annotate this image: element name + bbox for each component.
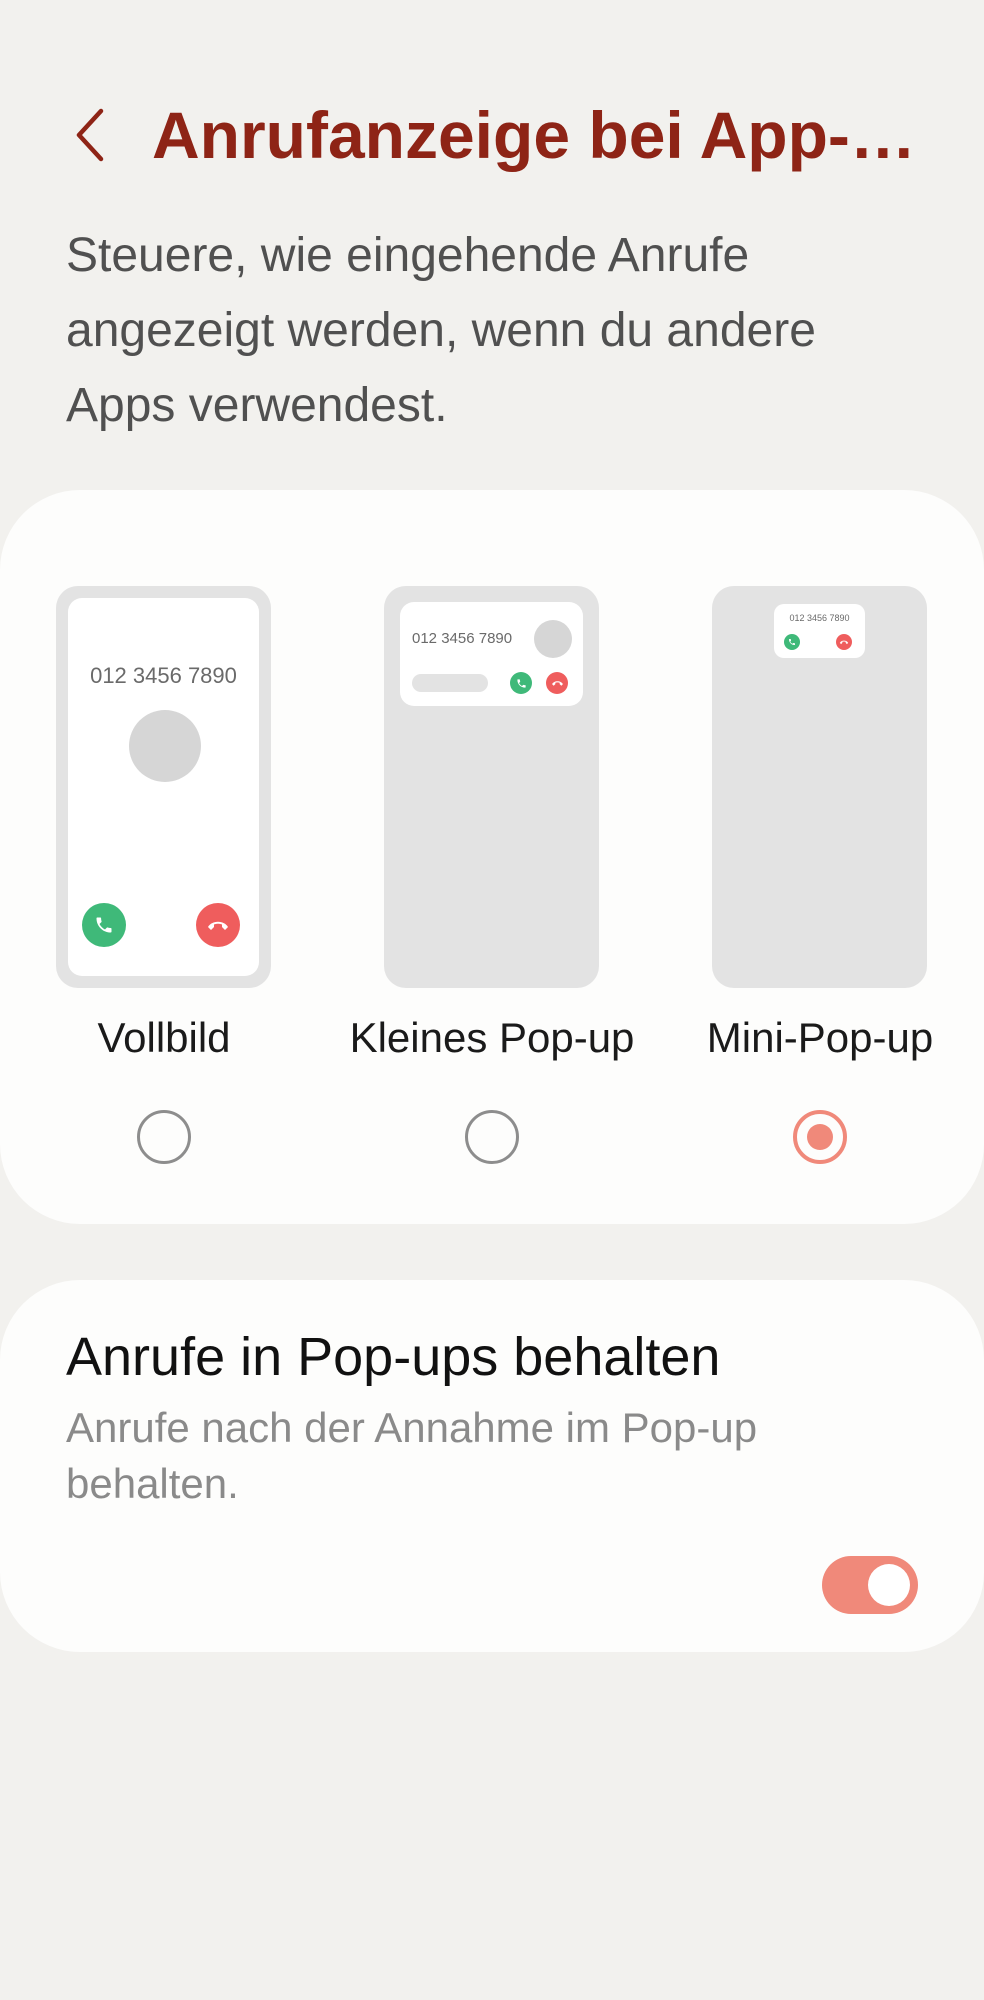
decline-call-icon	[836, 634, 852, 650]
app-bar: Anrufanzeige bei App-…	[0, 90, 984, 180]
radio-mini-popup[interactable]	[793, 1110, 847, 1164]
back-button[interactable]	[60, 102, 120, 168]
preview-mini-popup: 012 3456 7890	[712, 586, 927, 988]
keep-in-popup-card[interactable]: Anrufe in Pop-ups behalten Anrufe nach d…	[0, 1280, 984, 1652]
placeholder-bar	[412, 674, 488, 692]
decline-call-icon	[546, 672, 568, 694]
accept-call-icon	[510, 672, 532, 694]
preview-screen: 012 3456 7890	[68, 598, 259, 976]
accept-call-icon	[82, 903, 126, 947]
keep-in-popup-toggle[interactable]	[822, 1556, 918, 1614]
preview-number: 012 3456 7890	[90, 663, 237, 688]
radio-fullscreen[interactable]	[137, 1110, 191, 1164]
page-description: Steuere, wie eingehende Anrufe angezeigt…	[66, 229, 816, 432]
preview-number: 012 3456 7890	[412, 630, 513, 647]
option-label: Kleines Pop-up	[349, 1014, 635, 1061]
option-fullscreen[interactable]: 012 3456 7890 Vollbild	[14, 490, 314, 1224]
display-options-card: 012 3456 7890 Vollbild 012 3456 7890 Kle…	[0, 490, 984, 1224]
toggle-knob	[868, 1564, 910, 1606]
option-label: Mini-Pop-up	[706, 1014, 934, 1061]
radio-small-popup[interactable]	[465, 1110, 519, 1164]
setting-subtitle: Anrufe nach der Annahme im Pop-up behalt…	[66, 1404, 758, 1507]
radio-selected-dot	[807, 1124, 833, 1150]
popup-preview: 012 3456 7890	[400, 602, 583, 706]
avatar	[534, 620, 572, 658]
option-small-popup[interactable]: 012 3456 7890 Kleines Pop-up	[342, 490, 642, 1224]
avatar	[129, 710, 201, 782]
preview-number: 012 3456 7890	[789, 613, 850, 623]
option-mini-popup[interactable]: 012 3456 7890 Mini-Pop-up	[670, 490, 970, 1224]
option-label: Vollbild	[97, 1014, 231, 1061]
chevron-left-icon	[76, 108, 104, 162]
setting-title: Anrufe in Pop-ups behalten	[66, 1327, 721, 1387]
preview-small-popup: 012 3456 7890	[384, 586, 599, 988]
accept-call-icon	[784, 634, 800, 650]
popup-preview: 012 3456 7890	[774, 604, 865, 658]
decline-call-icon	[196, 903, 240, 947]
preview-fullscreen: 012 3456 7890	[56, 586, 271, 988]
page-title: Anrufanzeige bei App-…	[152, 98, 916, 172]
